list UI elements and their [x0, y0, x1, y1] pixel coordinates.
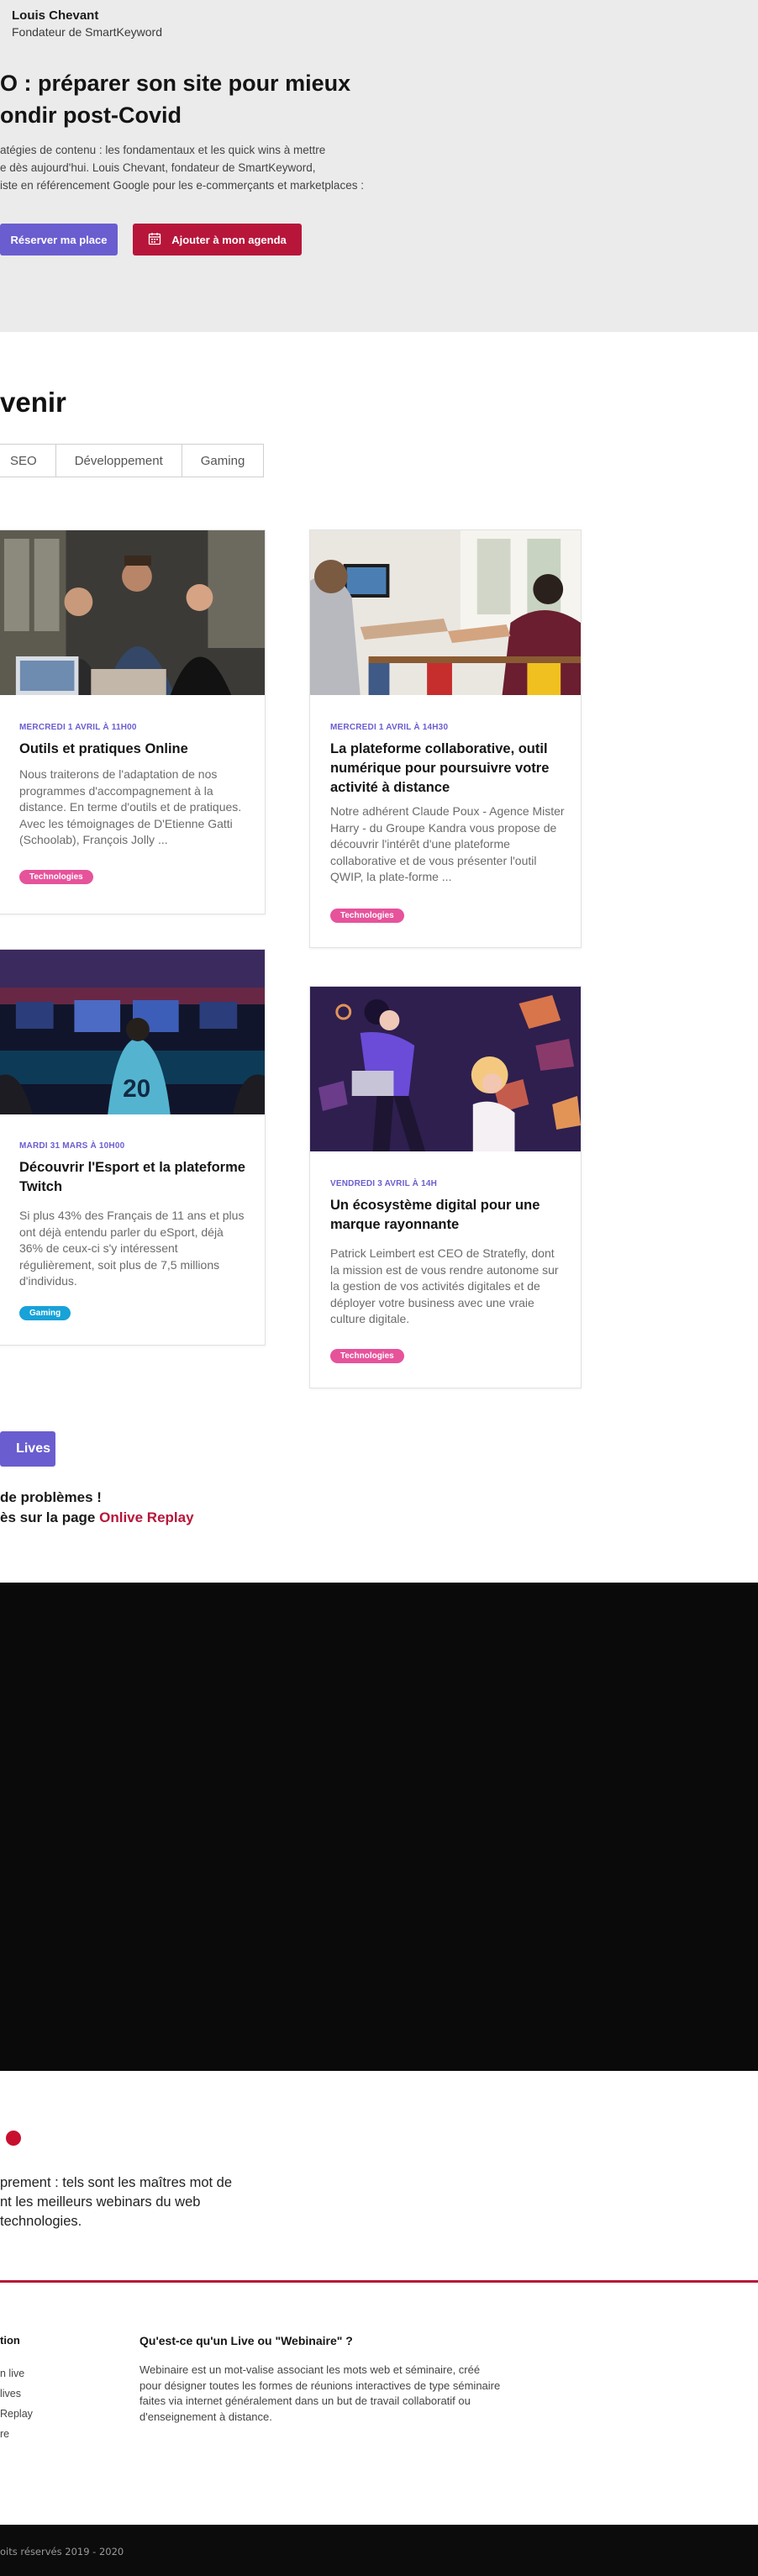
tagline: prement : tels sont les maîtres mot de n… — [0, 2175, 233, 2229]
all-lives-button[interactable]: Lives — [0, 1431, 55, 1467]
svg-text:20: 20 — [123, 1075, 150, 1103]
add-to-agenda-label: Ajouter à mon agenda — [171, 233, 287, 246]
footer-link[interactable]: re — [0, 2424, 33, 2444]
event-title[interactable]: Découvrir l'Esport et la plateforme Twit… — [19, 1158, 246, 1197]
footer-link[interactable]: lives — [0, 2384, 33, 2404]
footer-about-title: Qu'est-ce qu'un Live ou "Webinaire" ? — [139, 2334, 353, 2347]
footer-about-text: Webinaire est un mot-valise associant le… — [139, 2363, 501, 2423]
hero-title: O : préparer son site pour mieux ondir p… — [0, 71, 351, 128]
event-date: MERCREDI 1 AVRIL À 14H30 — [330, 723, 449, 732]
event-date: VENDREDI 3 AVRIL À 14H — [330, 1179, 438, 1188]
category-filter-tabs: SEO Développement Gaming — [0, 444, 265, 477]
problems-text: de problèmes ! — [0, 1489, 102, 1505]
event-thumbnail — [310, 530, 581, 695]
replay-text: ès sur la page Onlive Replay — [0, 1509, 194, 1526]
add-to-agenda-button[interactable]: Ajouter à mon agenda — [133, 224, 302, 255]
copyright-text: oits réservés 2019 - 2020 — [0, 2546, 124, 2558]
tab-gaming[interactable]: Gaming — [182, 445, 264, 477]
event-date: MARDI 31 MARS À 10H00 — [19, 1141, 125, 1151]
upcoming-section-title: venir — [0, 387, 66, 418]
speaker-role: Fondateur de SmartKeyword — [12, 25, 162, 39]
replay-text-prefix: ès sur la page — [0, 1509, 100, 1525]
onlive-replay-link[interactable]: Onlive Replay — [99, 1509, 193, 1525]
footer-navigation-title: tion — [0, 2334, 20, 2347]
speaker-name: Louis Chevant — [12, 8, 99, 23]
event-card[interactable]: MERCREDI 1 AVRIL À 14H30 La plateforme c… — [309, 529, 582, 948]
event-thumbnail — [0, 530, 265, 695]
footer-link[interactable]: Replay — [0, 2404, 33, 2424]
calendar-icon — [148, 232, 161, 248]
event-description: Nous traiterons de l'adaptation de nos p… — [19, 767, 242, 846]
category-tag[interactable]: Technologies — [330, 1349, 404, 1363]
event-description: Notre adhérent Claude Poux - Agence Mist… — [330, 804, 565, 883]
footer-links: n live lives Replay re — [0, 2363, 33, 2444]
reserve-button[interactable]: Réserver ma place — [0, 224, 118, 255]
event-thumbnail — [310, 987, 581, 1151]
event-description: Patrick Leimbert est CEO de Stratefly, d… — [330, 1246, 559, 1325]
event-card[interactable]: MERCREDI 1 AVRIL À 11H00 Outils et prati… — [0, 529, 266, 914]
category-tag[interactable]: Gaming — [19, 1306, 71, 1320]
event-description: Si plus 43% des Français de 11 ans et pl… — [19, 1209, 245, 1288]
event-card[interactable]: VENDREDI 3 AVRIL À 14H Un écosystème dig… — [309, 986, 582, 1388]
event-date: MERCREDI 1 AVRIL À 11H00 — [19, 723, 137, 732]
tab-seo[interactable]: SEO — [0, 445, 56, 477]
hero-description: atégies de contenu : les fondamentaux et… — [0, 144, 364, 192]
video-player[interactable] — [0, 1583, 758, 2071]
event-card[interactable]: 20 MARDI 31 MARS À 10H00 Découvrir l'Esp… — [0, 949, 266, 1346]
event-title[interactable]: Un écosystème digital pour une marque ra… — [330, 1196, 557, 1235]
category-tag[interactable]: Technologies — [19, 870, 93, 884]
reserve-button-label: Réserver ma place — [10, 233, 108, 246]
event-thumbnail: 20 — [0, 950, 265, 1114]
red-dot-icon — [6, 2131, 21, 2146]
category-tag[interactable]: Technologies — [330, 909, 404, 923]
event-title[interactable]: Outils et pratiques Online — [19, 740, 246, 759]
footer-link[interactable]: n live — [0, 2363, 33, 2384]
tab-developpement[interactable]: Développement — [56, 445, 182, 477]
footer-divider — [0, 2280, 758, 2283]
event-title[interactable]: La plateforme collaborative, outil numér… — [330, 740, 557, 798]
